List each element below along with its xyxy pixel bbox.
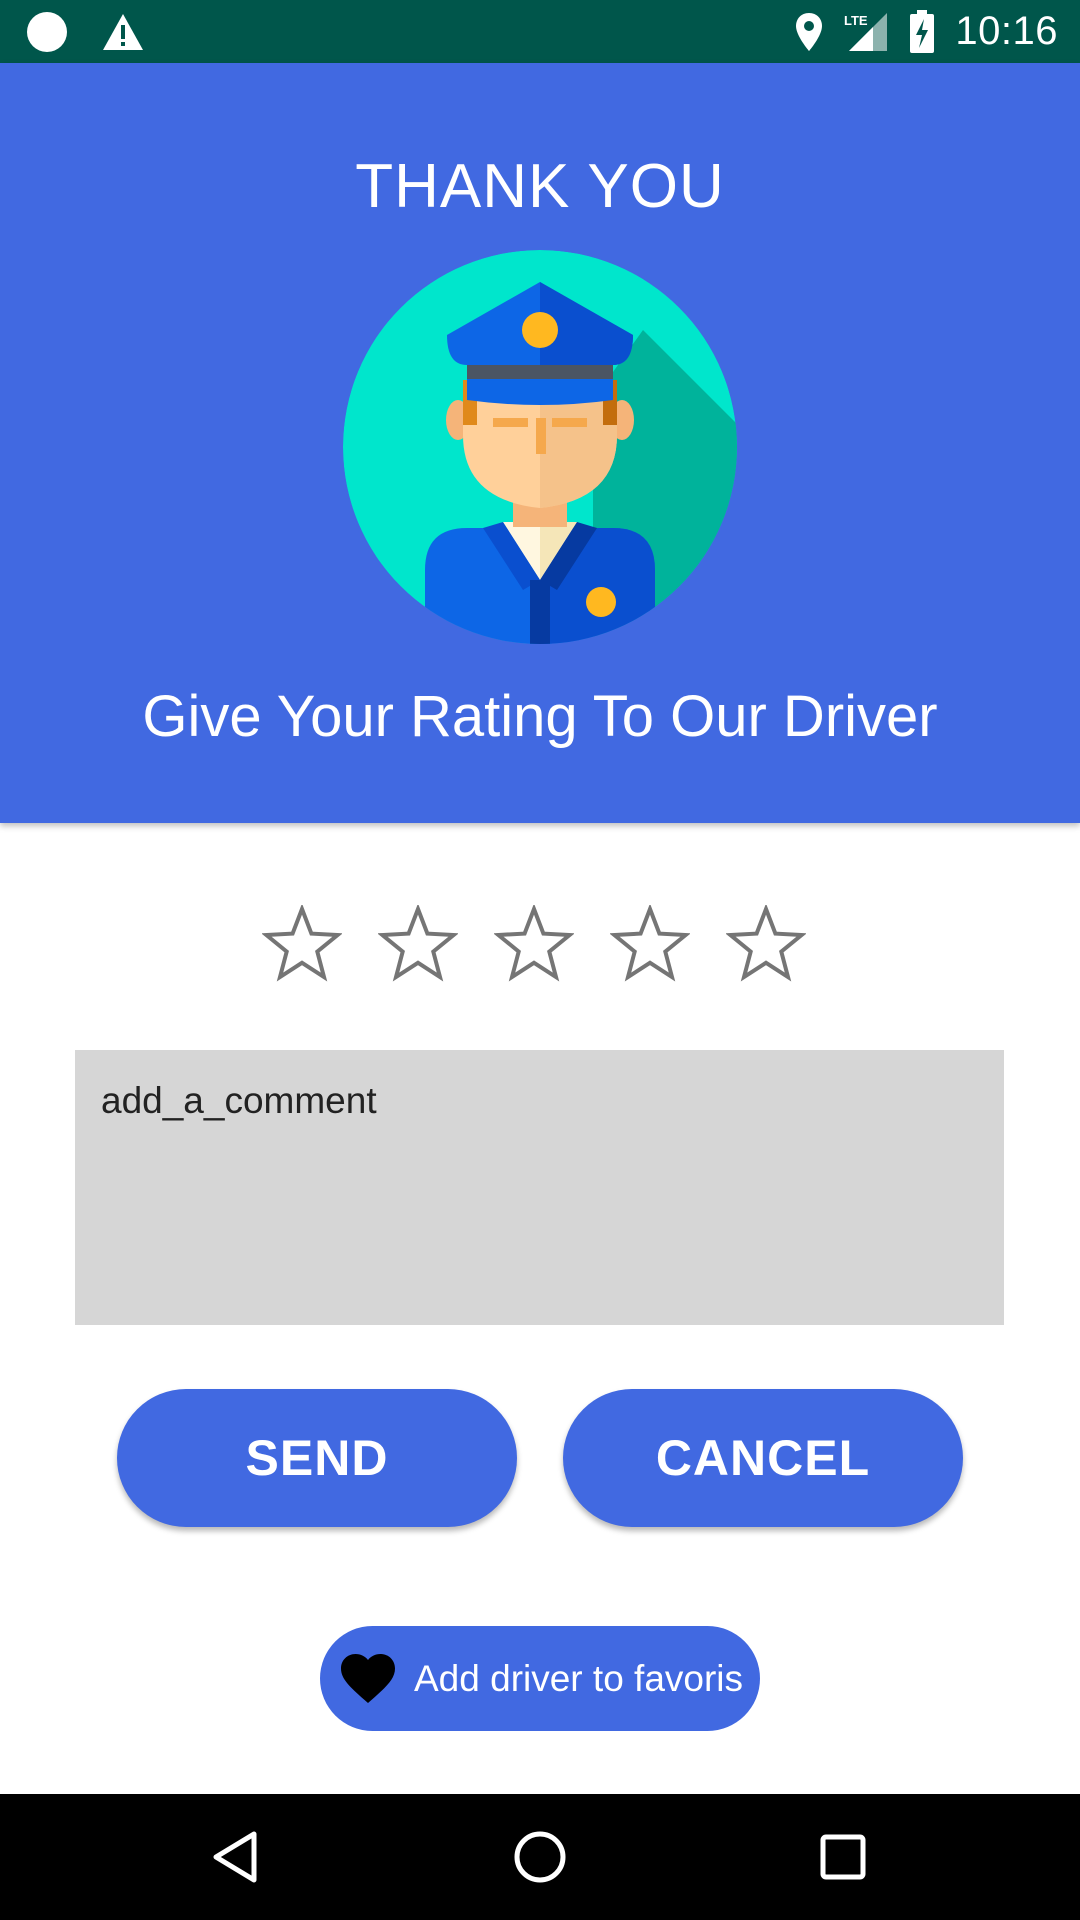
- add-favorite-button[interactable]: Add driver to favoris: [320, 1626, 760, 1731]
- heart-icon: [341, 1653, 395, 1703]
- star-2-icon[interactable]: [378, 905, 458, 985]
- star-1-icon[interactable]: [262, 905, 342, 985]
- page-title: THANK YOU: [355, 152, 725, 221]
- cancel-button[interactable]: CANCEL: [563, 1389, 963, 1527]
- add-favorite-label: Add driver to favoris: [414, 1657, 744, 1699]
- lte-signal-icon: LTE: [844, 12, 888, 51]
- comment-field[interactable]: [75, 1050, 1004, 1325]
- home-icon: [514, 1831, 566, 1883]
- status-bar-right: LTE 10:16: [795, 0, 1058, 63]
- star-rating[interactable]: [262, 905, 806, 990]
- star-5-icon[interactable]: [726, 905, 806, 985]
- warning-icon: [103, 13, 143, 50]
- recents-icon: [820, 1834, 866, 1880]
- send-button[interactable]: SEND: [117, 1389, 517, 1527]
- star-3-icon[interactable]: [494, 905, 574, 985]
- driver-avatar-icon: [343, 250, 737, 644]
- back-icon: [213, 1831, 257, 1883]
- status-bar: LTE 10:16: [0, 0, 1080, 63]
- status-time: 10:16: [955, 9, 1058, 53]
- network-label: LTE: [844, 13, 868, 28]
- navigation-bar: [0, 1794, 1080, 1920]
- circle-notification-icon: [27, 11, 67, 52]
- star-4-icon[interactable]: [610, 905, 690, 985]
- back-button[interactable]: [200, 1822, 270, 1892]
- rating-prompt: Give Your Rating To Our Driver: [142, 684, 938, 749]
- header: THANK YOU Give Your Rating To Our Driver: [0, 63, 1080, 823]
- recents-button[interactable]: [808, 1822, 878, 1892]
- location-icon: [796, 12, 823, 51]
- battery-charging-icon: [910, 9, 935, 53]
- home-button[interactable]: [505, 1822, 575, 1892]
- status-bar-left: [26, 9, 144, 54]
